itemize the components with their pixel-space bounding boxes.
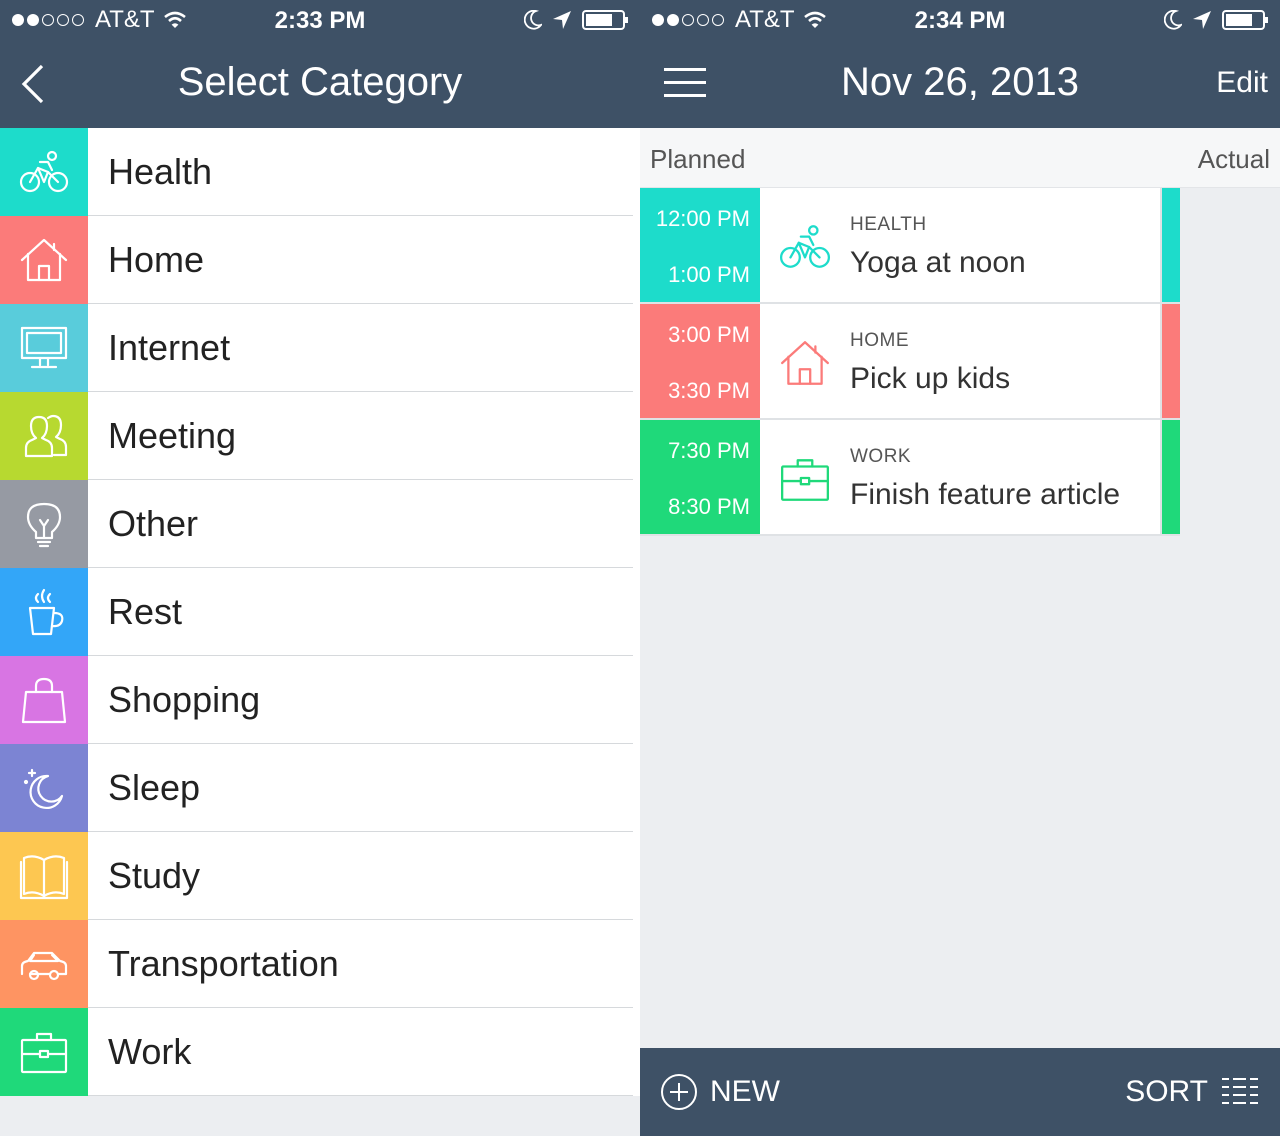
category-row-shopping[interactable]: Shopping <box>0 656 640 744</box>
event-start-time: 3:00 PM <box>668 322 750 347</box>
category-row-rest[interactable]: Rest <box>0 568 640 656</box>
day-schedule-screen: AT&T 2:34 PM Nov 26, 2013 Edit Planned A… <box>640 0 1280 1136</box>
category-tile <box>0 656 88 744</box>
select-category-screen: AT&T 2:33 PM Select Category Health Home… <box>0 0 640 1136</box>
category-label: Shopping <box>108 679 261 720</box>
actual-column-label: Actual <box>1197 144 1270 174</box>
category-tile <box>0 744 88 832</box>
date-title: Nov 26, 2013 <box>841 60 1079 104</box>
event-time-block: 3:00 PM 3:30 PM <box>640 304 760 418</box>
category-row-transportation[interactable]: Transportation <box>0 920 640 1008</box>
category-row-study[interactable]: Study <box>0 832 640 920</box>
event-title: Finish feature article <box>850 478 1121 511</box>
event-start-time: 7:30 PM <box>668 438 750 463</box>
event-category-icon <box>778 336 832 390</box>
coffee-cup-icon <box>28 588 64 636</box>
event-row[interactable]: 7:30 PM 8:30 PM WORK Finish feature article <box>640 420 1180 536</box>
lightbulb-icon <box>26 502 62 548</box>
bottom-toolbar: NEW SORT <box>640 1048 1280 1136</box>
event-time-block: 12:00 PM 1:00 PM <box>640 188 760 302</box>
page-title: Select Category <box>177 60 463 104</box>
category-label: Internet <box>108 327 231 368</box>
category-label: Rest <box>108 591 183 632</box>
bicycle-icon <box>19 150 69 193</box>
status-bar: AT&T 2:34 PM <box>640 0 1280 40</box>
category-list: Health Home Internet Meeting Other Rest Shoppi… <box>0 128 640 1096</box>
category-row-internet[interactable]: Internet <box>0 304 640 392</box>
sort-label: SORT <box>1125 1075 1208 1108</box>
event-category: WORK <box>850 446 912 467</box>
column-header: Planned Actual <box>640 128 1280 188</box>
category-row-home[interactable]: Home <box>0 216 640 304</box>
event-category: HOME <box>850 330 909 351</box>
category-row-health[interactable]: Health <box>0 128 640 216</box>
planned-column-label: Planned <box>650 144 746 174</box>
category-label: Work <box>108 1031 192 1072</box>
car-icon <box>20 951 68 981</box>
event-end-time: 1:00 PM <box>668 262 750 287</box>
category-tile <box>0 392 88 480</box>
status-bar: AT&T 2:33 PM <box>0 0 640 40</box>
category-label: Sleep <box>108 767 201 808</box>
location-arrow-icon <box>553 11 571 29</box>
sort-button[interactable]: SORT <box>1125 1072 1258 1112</box>
event-actual-bar <box>1160 420 1180 534</box>
plus-circle-icon <box>661 1074 697 1110</box>
category-tile <box>0 1008 88 1096</box>
category-tile <box>0 216 88 304</box>
event-title: Pick up kids <box>850 362 1011 395</box>
people-icon <box>24 414 68 458</box>
event-actual-bar <box>1160 304 1180 418</box>
edit-button[interactable]: Edit <box>1216 66 1268 100</box>
moon-icon <box>524 10 542 30</box>
briefcase-icon <box>20 1032 68 1074</box>
house-icon <box>781 341 829 385</box>
moon-icon <box>23 768 64 809</box>
category-tile <box>0 128 88 216</box>
category-label: Transportation <box>108 943 339 984</box>
category-row-meeting[interactable]: Meeting <box>0 392 640 480</box>
location-arrow-icon <box>1193 11 1211 29</box>
category-row-other[interactable]: Other <box>0 480 640 568</box>
event-time-block: 7:30 PM 8:30 PM <box>640 420 760 534</box>
category-tile <box>0 304 88 392</box>
new-event-button[interactable]: NEW <box>660 1072 780 1112</box>
category-label: Study <box>108 855 201 896</box>
event-category-icon <box>778 220 832 274</box>
event-title: Yoga at noon <box>850 246 1026 279</box>
sort-list-icon <box>1222 1078 1258 1104</box>
category-tile <box>0 568 88 656</box>
battery-icon <box>582 10 628 30</box>
event-list: 12:00 PM 1:00 PM HEALTH Yoga at noon 3:00 PM… <box>640 188 1180 536</box>
category-tile <box>0 480 88 568</box>
house-icon <box>20 238 68 282</box>
event-start-time: 12:00 PM <box>655 206 750 231</box>
bicycle-icon <box>779 225 831 268</box>
event-category-icon <box>778 452 832 506</box>
event-actual-bar <box>1160 188 1180 302</box>
category-tile <box>0 832 88 920</box>
category-label: Health <box>108 151 213 192</box>
category-label: Meeting <box>108 415 237 456</box>
category-label: Other <box>108 503 199 544</box>
battery-icon <box>1222 10 1268 30</box>
nav-header: AT&T 2:33 PM Select Category <box>0 0 640 128</box>
nav-header: AT&T 2:34 PM Nov 26, 2013 Edit <box>640 0 1280 128</box>
event-category: HEALTH <box>850 214 927 235</box>
event-row[interactable]: 3:00 PM 3:30 PM HOME Pick up kids <box>640 304 1180 420</box>
new-label: NEW <box>710 1075 780 1108</box>
category-row-sleep[interactable]: Sleep <box>0 744 640 832</box>
event-end-time: 3:30 PM <box>668 378 750 403</box>
briefcase-icon <box>781 459 829 501</box>
shopping-bag-icon <box>21 677 67 724</box>
category-label: Home <box>108 239 205 280</box>
book-icon <box>19 855 69 900</box>
event-end-time: 8:30 PM <box>668 494 750 519</box>
category-tile <box>0 920 88 1008</box>
moon-icon <box>1164 10 1182 30</box>
divider <box>88 1095 633 1096</box>
monitor-icon <box>20 326 68 369</box>
category-row-work[interactable]: Work <box>0 1008 640 1096</box>
event-row[interactable]: 12:00 PM 1:00 PM HEALTH Yoga at noon <box>640 188 1180 304</box>
